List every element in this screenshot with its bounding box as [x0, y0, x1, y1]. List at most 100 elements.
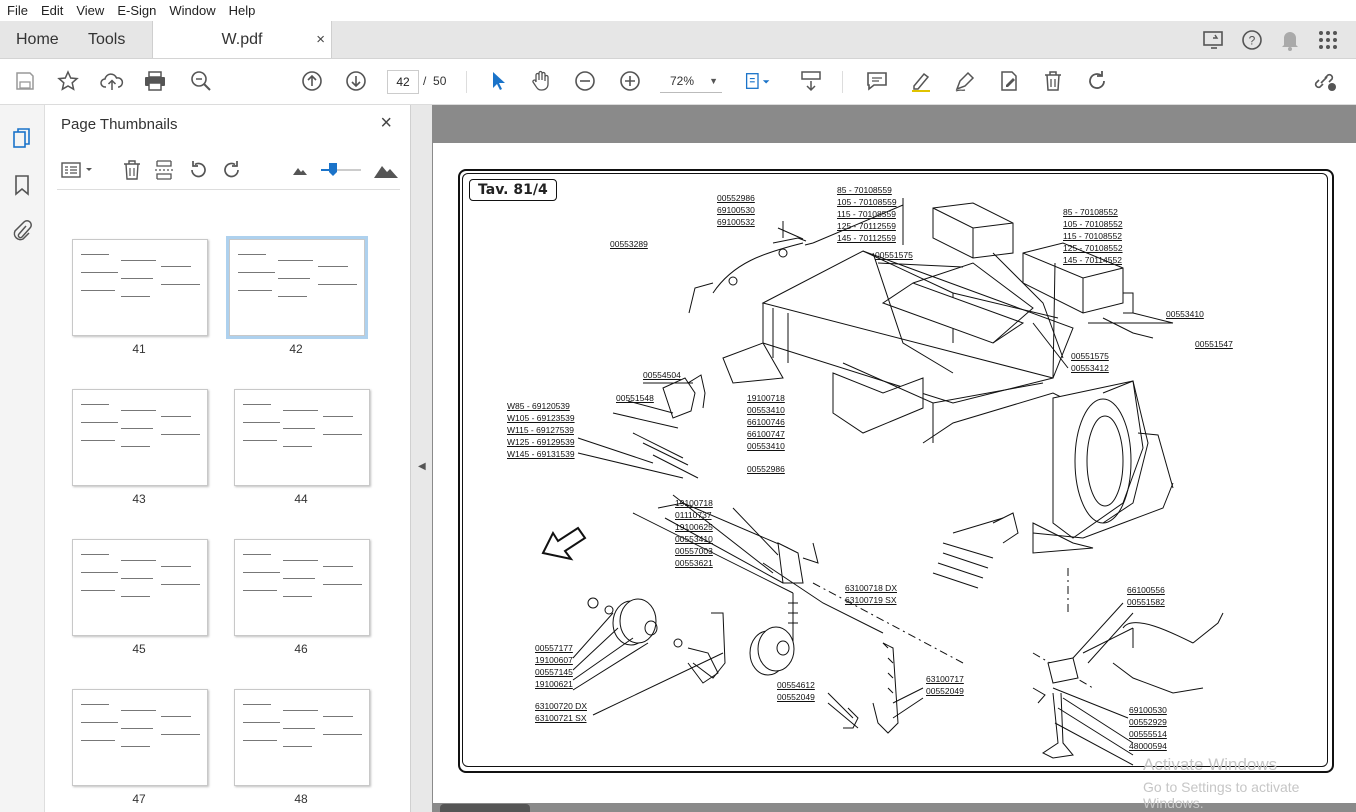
page-total: / 50 — [423, 74, 446, 88]
draw-pen-icon[interactable] — [952, 68, 978, 94]
left-rail — [0, 105, 45, 812]
thumbnail-text-line — [81, 404, 109, 405]
rotate-icon[interactable] — [1084, 68, 1110, 94]
collapse-panel-icon[interactable]: ◀ — [418, 461, 426, 472]
part-number-label: 00551548 — [616, 393, 654, 403]
thumbnail-text-line — [121, 596, 150, 597]
page-bottom-indicator — [440, 804, 530, 812]
panel-divider — [57, 189, 400, 190]
thumbnail-text-line — [81, 572, 118, 573]
previous-page-icon[interactable] — [299, 68, 325, 94]
page-thumbnail[interactable] — [234, 389, 370, 486]
part-number-label: 00554612 — [777, 680, 815, 690]
thumbnail-size-slider[interactable] — [319, 157, 363, 183]
save-icon[interactable] — [12, 68, 38, 94]
apps-grid-icon[interactable] — [1316, 28, 1340, 52]
part-number-label: 00553410 — [1166, 309, 1204, 319]
zoom-out-icon[interactable] — [572, 68, 598, 94]
large-thumbnails-mountain-icon[interactable] — [371, 157, 401, 183]
page-fit-icon[interactable] — [745, 68, 771, 94]
thumbnail-text-line — [243, 554, 271, 555]
thumbnail-text-line — [161, 284, 200, 285]
zoom-in-icon[interactable] — [617, 68, 643, 94]
menu-help[interactable]: Help — [222, 3, 262, 18]
rotate-counterclockwise-icon[interactable] — [185, 157, 211, 183]
part-number-label: W105 - 69123539 — [507, 413, 575, 423]
comment-icon[interactable] — [864, 68, 890, 94]
delete-page-icon[interactable] — [119, 157, 145, 183]
page-thumbnail[interactable] — [72, 689, 208, 786]
thumbnail-options-icon[interactable] — [59, 157, 95, 183]
tab-tools[interactable]: Tools — [88, 21, 125, 58]
edit-document-icon[interactable] — [996, 68, 1022, 94]
thumbnail-text-line — [121, 710, 156, 711]
windows-activation-hint: Go to Settings to activate Windows. — [1143, 779, 1300, 811]
bookmark-star-icon[interactable] — [55, 68, 81, 94]
page-thumbnail[interactable] — [234, 539, 370, 636]
thumbnail-text-line — [318, 284, 357, 285]
zoom-level-select[interactable]: 72% ▼ — [660, 70, 722, 93]
share-link-icon[interactable] — [1312, 68, 1338, 94]
thumbnail-text-line — [238, 272, 275, 273]
document-viewer[interactable]: Tav. 81/4 00552986 69100530 69100532 005… — [432, 105, 1356, 812]
notification-bell-icon[interactable] — [1278, 28, 1302, 52]
tab-document[interactable]: W.pdf × — [152, 21, 332, 58]
page-thumbnail[interactable] — [226, 236, 368, 339]
page-thumbnail[interactable] — [72, 239, 208, 336]
hand-tool-icon[interactable] — [528, 68, 554, 94]
menu-edit[interactable]: Edit — [34, 3, 69, 18]
thumbnail-text-line — [121, 296, 150, 297]
menu-view[interactable]: View — [69, 3, 110, 18]
pdf-page: Tav. 81/4 00552986 69100530 69100532 005… — [433, 143, 1356, 803]
scroll-mode-icon[interactable] — [798, 68, 824, 94]
thumbnail-text-line — [161, 584, 200, 585]
highlight-pen-icon[interactable] — [908, 68, 934, 94]
part-number-label: 63100720 DX — [535, 701, 587, 711]
thumbnail-text-line — [283, 578, 315, 579]
menu-bar: File Edit View E-Sign Window Help — [0, 0, 1356, 21]
page-number-input[interactable]: 42 — [387, 70, 419, 94]
zoom-search-icon[interactable] — [188, 68, 214, 94]
thumbnail-text-line — [323, 734, 362, 735]
toolbar-divider — [466, 71, 467, 93]
extract-page-icon[interactable] — [151, 157, 177, 183]
attachment-paperclip-icon[interactable] — [10, 219, 34, 243]
small-thumbnails-mountain-icon[interactable] — [287, 157, 313, 183]
panel-toolbar — [45, 151, 410, 191]
next-page-icon[interactable] — [343, 68, 369, 94]
close-tab-icon[interactable]: × — [316, 31, 325, 48]
menu-file[interactable]: File — [0, 3, 34, 18]
thumbnail-text-line — [243, 740, 277, 741]
menu-esign[interactable]: E-Sign — [110, 3, 162, 18]
thumbnail-text-line — [121, 260, 156, 261]
share-screen-icon[interactable] — [1202, 28, 1226, 52]
thumbnail-page-label: 48 — [294, 792, 308, 806]
close-panel-icon[interactable]: × — [380, 112, 392, 135]
part-number-label: W115 - 69127539 — [507, 425, 574, 435]
help-icon[interactable]: ? — [1240, 28, 1264, 52]
page-thumbnail[interactable] — [72, 539, 208, 636]
thumbnail-text-line — [283, 710, 318, 711]
tab-home[interactable]: Home — [16, 21, 59, 58]
thumbnail-page-label: 45 — [132, 642, 146, 656]
thumbnail-page-label: 46 — [294, 642, 308, 656]
thumbnail-page-label: 41 — [132, 342, 146, 356]
panel-splitter[interactable]: ◀ — [410, 105, 433, 812]
select-cursor-icon[interactable] — [485, 68, 511, 94]
page-thumbnail[interactable] — [234, 689, 370, 786]
page-thumbnails-icon[interactable] — [10, 126, 34, 150]
part-number-label: 00557145 — [535, 667, 573, 677]
page-thumbnail[interactable] — [72, 389, 208, 486]
print-icon[interactable] — [142, 68, 168, 94]
thumbnail-text-line — [283, 746, 312, 747]
rotate-clockwise-icon[interactable] — [219, 157, 245, 183]
menu-window[interactable]: Window — [162, 3, 221, 18]
part-number-label: 105 - 70108559 — [837, 197, 897, 207]
thumbnail-text-line — [323, 716, 353, 717]
part-number-label: 01110737 — [675, 510, 712, 520]
upload-cloud-icon[interactable] — [99, 68, 125, 94]
bookmark-icon[interactable] — [10, 173, 34, 197]
delete-trash-icon[interactable] — [1040, 68, 1066, 94]
part-number-label: 19100718 — [747, 393, 785, 403]
thumbnail-text-line — [161, 734, 200, 735]
